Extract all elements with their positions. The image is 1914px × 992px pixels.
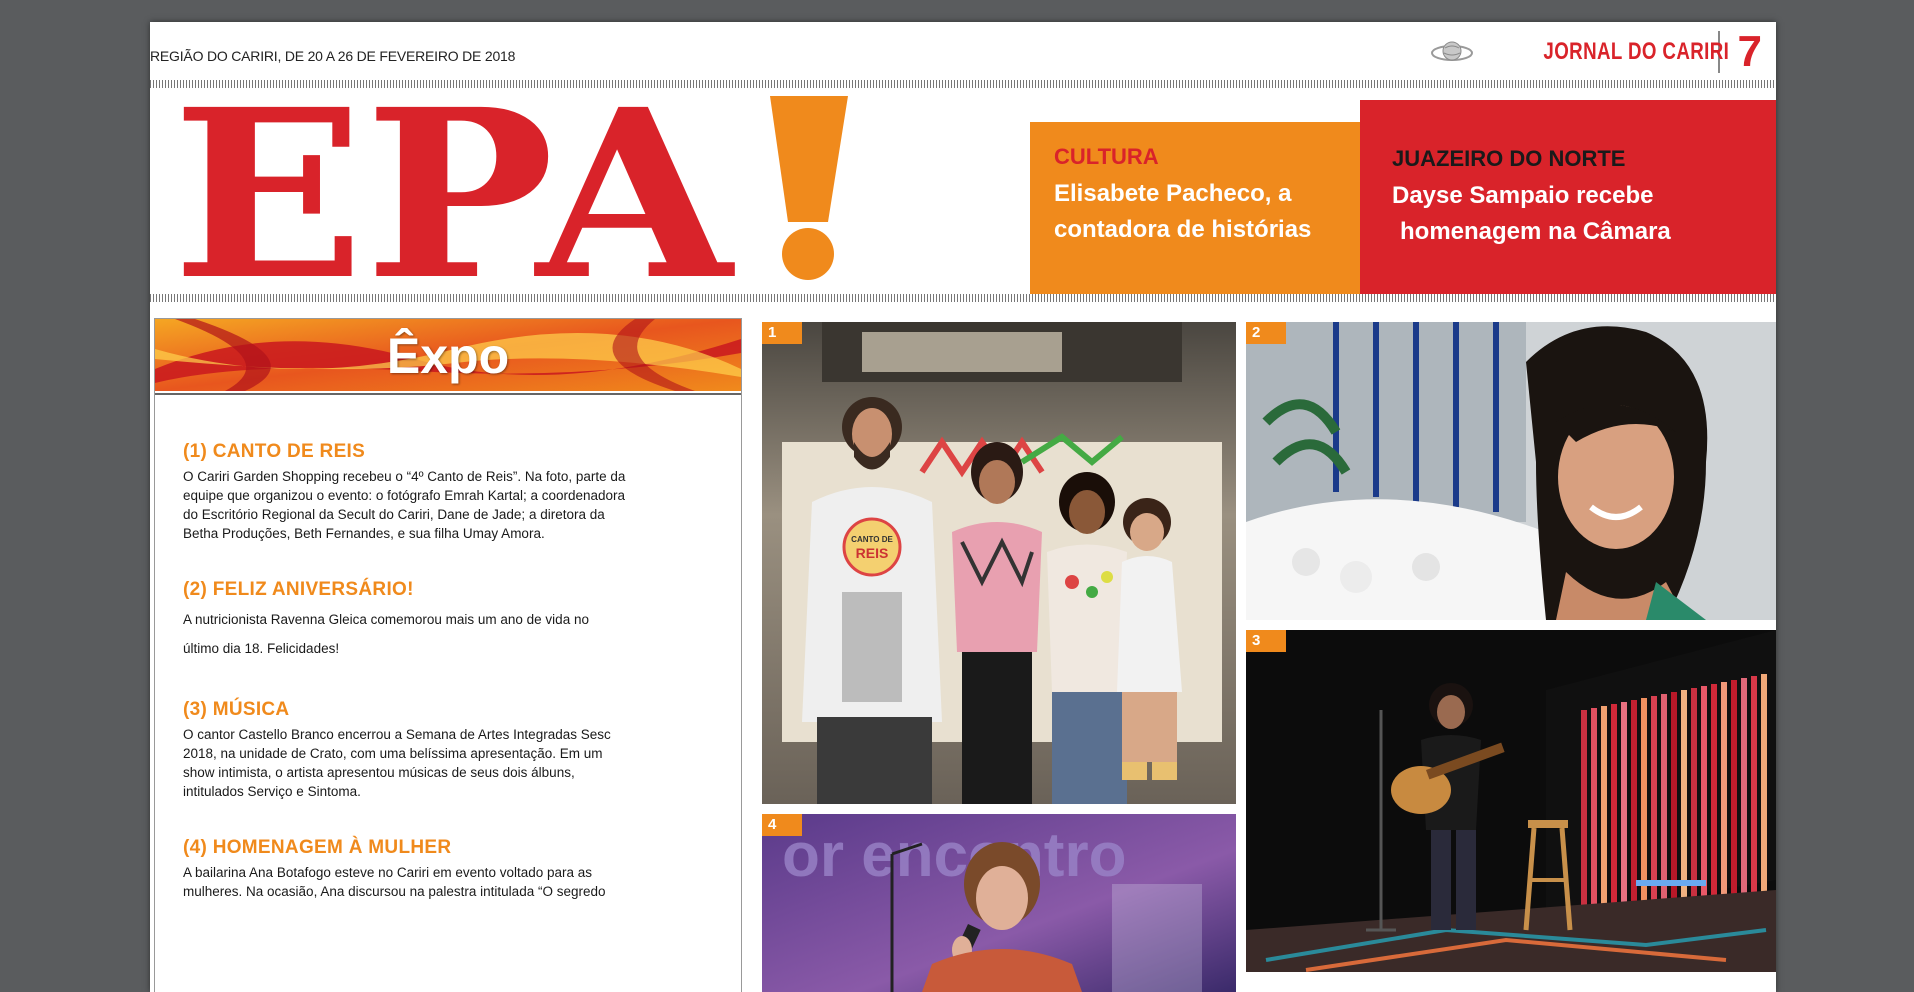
- photo-3-musica: 3: [1246, 630, 1776, 972]
- teaser-headline-line: homenagem na Câmara: [1400, 218, 1671, 245]
- expo-column: Êxpo (1) CANTO DE REIS O Cariri Garden S…: [154, 318, 742, 992]
- dateline: REGIÃO DO CARIRI, DE 20 A 26 DE FEVEREIR…: [150, 48, 516, 64]
- teaser-headline: Dayse Sampaio recebe homenagem na Câmara: [1392, 178, 1776, 250]
- masthead: JORNAL DO CARIRI 7: [1429, 26, 1762, 78]
- photo-2-image: [1246, 322, 1776, 620]
- teaser-headline-line: contadora de histórias: [1054, 216, 1312, 243]
- item-body: O Cariri Garden Shopping recebeu o “4º C…: [183, 467, 723, 543]
- shirt-text: REIS: [856, 545, 889, 561]
- body-line: equipe que organizou o evento: o fotógra…: [183, 488, 626, 503]
- expo-rule: [155, 393, 741, 395]
- teaser-cultura[interactable]: CULTURA Elisabete Pacheco, a contadora d…: [1030, 122, 1360, 302]
- page-number: 7: [1737, 27, 1762, 76]
- photo-1-image: CANTO DE REIS: [762, 322, 1236, 804]
- item-heading: (2) FELIZ ANIVERSÁRIO!: [183, 579, 414, 600]
- body-line: do Escritório Regional da Secult do Cari…: [183, 507, 605, 522]
- top-hatch-rule: [150, 80, 1776, 88]
- item-heading: (1) CANTO DE REIS: [183, 441, 366, 462]
- photo-3-image: [1246, 630, 1776, 972]
- expo-item-homenagem-mulher: (4) HOMENAGEM À MULHER A bailarina Ana B…: [183, 837, 723, 901]
- newspaper-page: REGIÃO DO CARIRI, DE 20 A 26 DE FEVEREIR…: [150, 22, 1776, 992]
- body-line: A bailarina Ana Botafogo esteve no Carir…: [183, 865, 593, 880]
- expo-item-canto-de-reis: (1) CANTO DE REIS O Cariri Garden Shoppi…: [183, 441, 723, 543]
- item-body: A nutricionista Ravenna Gleica comemorou…: [183, 605, 723, 663]
- item-heading: (4) HOMENAGEM À MULHER: [183, 837, 452, 858]
- teaser-headline: Elisabete Pacheco, a contadora de histór…: [1054, 176, 1360, 248]
- photo-number-badge: 3: [1246, 630, 1286, 652]
- body-line: show intimista, o artista apresentou mús…: [183, 765, 575, 780]
- body-line: último dia 18. Felicidades!: [183, 641, 340, 656]
- expo-item-musica: (3) MÚSICA O cantor Castello Branco ence…: [183, 699, 723, 801]
- photo-4-homenagem: 4 or encontro: [762, 814, 1236, 992]
- svg-text:EPA: EPA: [172, 94, 735, 284]
- bottom-hatch-rule: [150, 294, 1776, 302]
- teaser-juazeiro[interactable]: JUAZEIRO DO NORTE Dayse Sampaio recebe h…: [1360, 100, 1776, 302]
- shirt-text: CANTO DE: [851, 535, 893, 544]
- body-line: intitulados Serviço e Sintoma.: [183, 784, 361, 799]
- photo-number-badge: 4: [762, 814, 802, 836]
- expo-item-aniversario: (2) FELIZ ANIVERSÁRIO! A nutricionista R…: [183, 579, 723, 663]
- teaser-kicker: JUAZEIRO DO NORTE: [1392, 146, 1626, 171]
- body-line: mulheres. Na ocasião, Ana discursou na p…: [183, 884, 606, 899]
- expo-title: Êxpo: [386, 328, 510, 384]
- epa-section-logo: EPA: [172, 94, 848, 284]
- item-body: O cantor Castello Branco encerrou a Sema…: [183, 725, 723, 801]
- item-body: A bailarina Ana Botafogo esteve no Carir…: [183, 863, 723, 901]
- photo-number-badge: 1: [762, 322, 802, 344]
- globe-logo-icon: [1431, 41, 1474, 61]
- photo-4-image: or encontro: [762, 814, 1236, 992]
- photo-number-badge: 2: [1246, 322, 1286, 344]
- teaser-headline-line: Elisabete Pacheco, a: [1054, 180, 1292, 207]
- body-line: Betha Produções, Beth Fernandes, e sua f…: [183, 526, 545, 541]
- backdrop-text: or encontro: [782, 821, 1126, 890]
- item-heading: (3) MÚSICA: [183, 699, 290, 720]
- teaser-kicker: CULTURA: [1054, 144, 1159, 169]
- document-viewer[interactable]: REGIÃO DO CARIRI, DE 20 A 26 DE FEVEREIR…: [0, 0, 1914, 992]
- body-line: O cantor Castello Branco encerrou a Sema…: [183, 727, 611, 742]
- teaser-headline-line: Dayse Sampaio recebe: [1392, 182, 1654, 209]
- body-line: 2018, na unidade de Crato, com uma belís…: [183, 746, 603, 761]
- paper-name: JORNAL DO CARIRI: [1543, 38, 1730, 65]
- photo-1-canto-de-reis: 1 CANTO DE REIS: [762, 322, 1236, 804]
- photo-2-aniversario: 2: [1246, 322, 1776, 620]
- expo-items: (1) CANTO DE REIS O Cariri Garden Shoppi…: [183, 441, 723, 937]
- body-line: O Cariri Garden Shopping recebeu o “4º C…: [183, 469, 626, 484]
- expo-banner: Êxpo: [155, 319, 741, 391]
- body-line: A nutricionista Ravenna Gleica comemorou…: [183, 612, 589, 627]
